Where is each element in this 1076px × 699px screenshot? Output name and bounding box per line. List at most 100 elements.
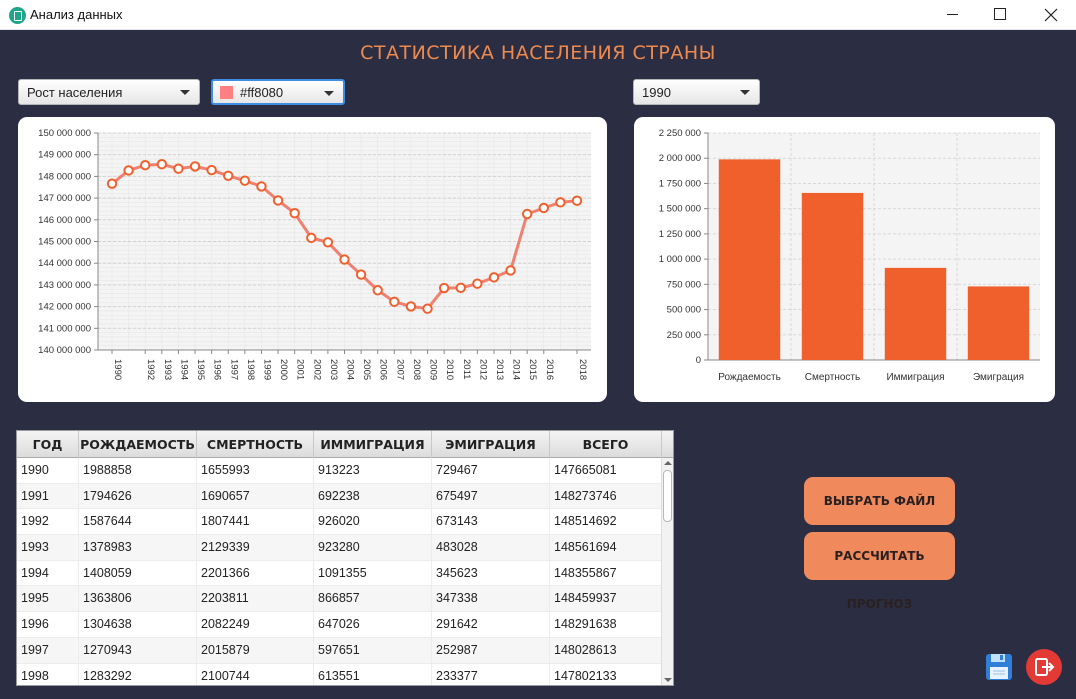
table-row[interactable]: 1990 1988858 1655993 913223 729467 147665081 [17, 458, 662, 484]
y-tick-label: 1 000 000 [659, 254, 701, 265]
table-cell: 1998 [17, 663, 79, 685]
column-header[interactable]: ИММИГРАЦИЯ [314, 431, 432, 458]
year-bar-chart-panel: 0 250 000 500 000 750 000 1 000 000 1 250 000… [634, 117, 1055, 402]
scroll-up-icon[interactable] [664, 461, 672, 465]
data-point [488, 272, 500, 283]
maximize-button[interactable] [976, 0, 1022, 30]
table-row[interactable]: 1991 1794626 1690657 692238 675497 148273746 [17, 483, 662, 510]
table-cell: 1363806 [79, 586, 197, 613]
column-header[interactable]: СМЕРТНОСТЬ [197, 431, 314, 458]
table-header: ГОД РОЖДАЕМОСТЬ СМЕРТНОСТЬ ИММИГРАЦИЯ ЭМИГРА… [17, 431, 673, 458]
column-header[interactable]: ЭМИГРАЦИЯ [432, 431, 550, 458]
x-tick-label: 1999 [261, 359, 272, 380]
bar [718, 159, 781, 360]
x-tick-label: 2013 [494, 359, 505, 380]
table-row[interactable]: 1995 1363806 2203811 866857 347338 148459937 [17, 586, 662, 613]
x-tick-label: 2005 [361, 359, 372, 380]
x-tick-label: 2007 [394, 359, 405, 380]
data-point [123, 165, 134, 176]
x-tick-label: 2014 [511, 359, 522, 380]
table-cell: 1994 [17, 560, 79, 587]
data-point [538, 202, 549, 214]
category-label: Эмиграция [973, 372, 1024, 383]
table-cell: 2203811 [197, 586, 314, 613]
table-row[interactable]: 1996 1304638 2082249 647026 291642 148291638 [17, 612, 662, 638]
metric-select-value: Рост населения [27, 85, 123, 100]
table-row[interactable]: 1993 1378983 2129339 923280 483028 148561694 [17, 535, 662, 561]
table-row[interactable]: 1994 1408059 2201366 1091355 345623 148355867 [17, 560, 662, 587]
x-tick-label: 2009 [428, 359, 439, 380]
data-point [322, 237, 334, 248]
table-row[interactable]: 1992 1587644 1807441 926020 673143 148514692 [17, 509, 662, 536]
table-row[interactable]: 1998 1283292 2100744 613551 233377 147802133 [17, 663, 662, 685]
close-button[interactable] [1028, 0, 1074, 30]
data-point [189, 161, 201, 172]
x-tick-label: 1993 [162, 359, 173, 380]
exit-icon [1035, 658, 1055, 676]
column-header[interactable]: ВСЕГО [550, 431, 662, 458]
y-tick-label: 1 250 000 [659, 229, 701, 240]
population-line-chart-panel: 140 000 000 141 000 000 142 000 000 143 000… [18, 117, 607, 402]
y-tick-label: 146 000 000 [38, 215, 91, 226]
table-cell: 1996 [17, 612, 79, 638]
chevron-down-icon [180, 90, 190, 95]
data-point [422, 303, 433, 314]
data-point [521, 208, 533, 220]
table-cell: 1988858 [79, 458, 197, 484]
floppy-disk-icon [986, 654, 1012, 680]
y-tick-label: 145 000 000 [38, 237, 91, 248]
table-scrollbar[interactable] [661, 458, 673, 685]
y-tick-label: 148 000 000 [38, 171, 91, 182]
data-point [173, 163, 184, 174]
column-header[interactable]: ГОД [17, 431, 79, 458]
table-cell: 1283292 [79, 663, 197, 685]
table-cell: 148028613 [550, 637, 662, 664]
save-button[interactable] [985, 653, 1013, 681]
data-point [106, 178, 118, 189]
x-tick-label: 2000 [278, 359, 289, 380]
data-point [455, 282, 466, 294]
column-header[interactable]: РОЖДАЕМОСТЬ [79, 431, 197, 458]
x-tick-label: 1996 [212, 359, 223, 380]
scroll-thumb[interactable] [663, 470, 672, 522]
x-tick-label: 2006 [378, 359, 389, 380]
calculate-forecast-button[interactable]: РАССЧИТАТЬ ПРОГНОЗ [804, 532, 955, 611]
data-point [339, 254, 350, 265]
minimize-button[interactable] [930, 0, 976, 30]
table-cell: 673143 [432, 509, 550, 536]
close-icon [1044, 8, 1058, 22]
exit-button[interactable] [1026, 649, 1062, 685]
x-tick-label: 2003 [328, 359, 339, 380]
y-tick-label: 500 000 [667, 305, 701, 316]
x-tick-label: 1997 [228, 359, 239, 380]
table-cell: 1990 [17, 458, 79, 484]
color-select[interactable]: #ff8080 [211, 79, 345, 105]
table-cell: 345623 [432, 560, 550, 587]
table-cell: 2015879 [197, 637, 314, 664]
table-cell: 1304638 [79, 612, 197, 638]
x-tick-label: 1998 [245, 359, 256, 380]
x-tick-label: 2012 [477, 359, 488, 380]
table-row[interactable]: 1997 1270943 2015879 597651 252987 148028613 [17, 637, 662, 664]
table-cell: 613551 [314, 663, 432, 685]
choose-file-button[interactable]: ВЫБРАТЬ ФАЙЛ [804, 477, 955, 525]
metric-select[interactable]: Рост населения [18, 79, 200, 105]
year-bar-chart: 0 250 000 500 000 750 000 1 000 000 1 250 000… [659, 128, 1040, 383]
year-select[interactable]: 1990 [633, 79, 760, 105]
table-cell: 1091355 [314, 560, 432, 587]
y-tick-label: 144 000 000 [38, 258, 91, 269]
table-cell: 2129339 [197, 535, 314, 561]
table-cell: 148561694 [550, 535, 662, 561]
table-cell: 148273746 [550, 483, 662, 510]
table-cell: 1587644 [79, 509, 197, 536]
data-table[interactable]: ГОД РОЖДАЕМОСТЬ СМЕРТНОСТЬ ИММИГРАЦИЯ ЭМИГРА… [16, 430, 674, 686]
y-tick-label: 147 000 000 [38, 193, 91, 204]
table-cell: 148355867 [550, 560, 662, 587]
table-cell: 923280 [314, 535, 432, 561]
table-cell: 2082249 [197, 612, 314, 638]
scroll-down-icon[interactable] [664, 678, 672, 682]
table-cell: 1794626 [79, 483, 197, 510]
y-tick-label: 150 000 000 [38, 128, 91, 139]
table-cell: 597651 [314, 637, 432, 664]
table-cell: 2201366 [197, 560, 314, 587]
